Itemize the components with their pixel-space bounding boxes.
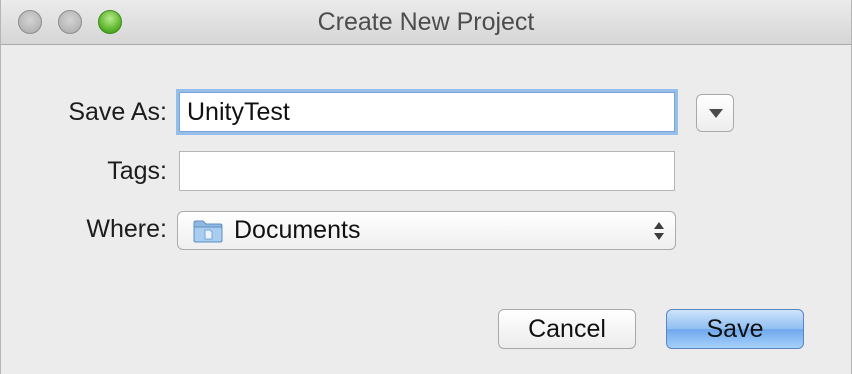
expand-dialog-button[interactable] (696, 94, 734, 132)
window-title: Create New Project (317, 8, 535, 36)
tags-input[interactable] (179, 151, 675, 191)
up-down-arrows-icon (654, 222, 664, 240)
where-location-select[interactable]: Documents (177, 211, 676, 250)
tags-label: Tags: (107, 157, 167, 185)
cancel-button[interactable]: Cancel (498, 309, 636, 349)
save-button[interactable]: Save (666, 309, 804, 349)
create-project-dialog: Create New Project Save As: UnityTest Ta… (0, 0, 852, 374)
save-as-label: Save As: (68, 98, 167, 126)
where-selected-value: Documents (234, 216, 361, 244)
chevron-down-icon (709, 109, 723, 118)
save-as-input[interactable]: UnityTest (179, 92, 675, 132)
folder-icon (193, 220, 223, 243)
title-bar[interactable]: Create New Project (1, 0, 851, 45)
where-label: Where: (86, 215, 167, 243)
